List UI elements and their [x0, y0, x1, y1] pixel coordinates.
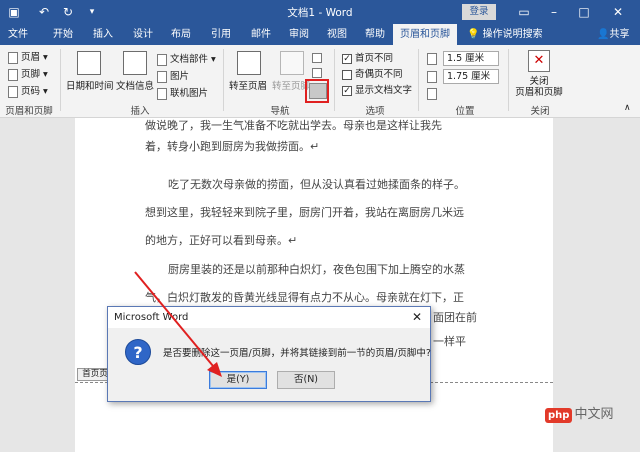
dialog-message: 是否要删除这一页眉/页脚，并将其链接到前一节的页眉/页脚中?	[163, 348, 431, 359]
tab-review[interactable]: 审阅	[282, 24, 316, 45]
confirm-dialog: Microsoft Word ✕ ? 是否要删除这一页眉/页脚，并将其链接到前一…	[107, 306, 431, 402]
lightbulb-icon: 💡	[467, 29, 480, 40]
document-info-button[interactable]: 文档信息	[114, 78, 156, 92]
document-line: 着，转身小跑到厨房为我做捞面。↵	[145, 140, 320, 153]
tab-insert[interactable]: 插入	[86, 24, 120, 45]
document-info-icon[interactable]	[123, 51, 147, 75]
maximize-icon[interactable]: □	[570, 0, 598, 24]
group-separator	[418, 49, 419, 111]
show-document-text-checkbox[interactable]: ✓ 显示文档文字	[342, 83, 412, 98]
header-position-icon	[427, 53, 437, 65]
collapse-ribbon-icon[interactable]: ∧	[624, 103, 631, 113]
group-label-header-footer: 页眉和页脚	[5, 106, 53, 117]
title-bar: ▣ ↶ ↻ ▾ 文档1 - Word 登录 ▭ – □ ✕	[0, 0, 640, 24]
next-section-icon	[312, 67, 322, 78]
different-odd-even-checkbox[interactable]: 奇偶页不同	[342, 67, 403, 82]
pictures-button[interactable]: 图片	[157, 69, 189, 84]
yes-button[interactable]: 是(Y)	[209, 371, 267, 389]
group-separator	[334, 49, 335, 111]
checkbox-unchecked-icon	[342, 69, 352, 80]
no-button[interactable]: 否(N)	[277, 371, 335, 389]
group-separator	[60, 49, 61, 111]
highlight-box	[305, 79, 329, 103]
document-line: 吃了无数次母亲做的捞面，但从没认真看过她揉面条的样子。	[168, 178, 465, 191]
document-line: 想到这里，我轻轻来到院子里，厨房门开着，我站在离厨房几米远	[145, 206, 464, 219]
person-icon: 👤	[597, 29, 610, 40]
header-position-input[interactable]: 1.5 厘米	[443, 51, 499, 66]
document-line: 一样平	[433, 335, 466, 348]
online-pictures-button[interactable]: 联机图片	[157, 86, 208, 101]
document-line: 的地方，正好可以看到母亲。↵	[145, 234, 298, 247]
group-separator	[508, 49, 509, 111]
tell-me-search[interactable]: 💡 操作说明搜索	[467, 24, 543, 45]
quick-parts-icon	[157, 53, 167, 66]
tab-design[interactable]: 设计	[126, 24, 160, 45]
group-label-close: 关闭	[530, 106, 550, 117]
online-picture-icon	[157, 87, 167, 100]
calendar-icon[interactable]	[77, 51, 101, 75]
next-icon[interactable]	[312, 65, 324, 80]
tab-view[interactable]: 视图	[320, 24, 354, 45]
previous-icon[interactable]	[312, 50, 324, 65]
page-number-icon	[8, 85, 18, 98]
dialog-close-icon[interactable]: ✕	[404, 307, 430, 328]
alignment-tab-icon[interactable]	[427, 88, 437, 100]
header-dropdown[interactable]: 页眉 ▾	[8, 50, 48, 65]
tab-header-footer[interactable]: 页眉和页脚	[393, 24, 457, 45]
tab-home[interactable]: 开始	[46, 24, 80, 45]
tab-mailings[interactable]: 邮件	[244, 24, 278, 45]
picture-icon	[157, 70, 167, 83]
goto-header-icon[interactable]	[237, 51, 261, 75]
checkbox-checked-icon: ✓	[342, 53, 352, 64]
minimize-icon[interactable]: –	[540, 0, 568, 24]
footer-dropdown[interactable]: 页脚 ▾	[8, 67, 48, 82]
header-icon	[8, 51, 18, 64]
dialog-title: Microsoft Word	[108, 307, 430, 328]
different-first-page-checkbox[interactable]: ✓ 首页不同	[342, 51, 393, 66]
footer-position-icon	[427, 71, 437, 83]
close-header-footer-button[interactable]: 关闭 页眉和页脚	[510, 76, 568, 98]
signin-button[interactable]: 登录	[462, 4, 496, 20]
close-header-footer-icon[interactable]: ✕	[528, 50, 550, 72]
share-button[interactable]: 👤共享	[597, 24, 629, 45]
tab-references[interactable]: 引用	[204, 24, 238, 45]
question-icon: ?	[125, 339, 151, 365]
goto-header-button[interactable]: 转至页眉	[228, 78, 268, 92]
date-time-button[interactable]: 日期和时间	[66, 78, 114, 92]
group-separator	[223, 49, 224, 111]
tab-file[interactable]: 文件	[0, 24, 36, 45]
checkbox-checked-icon: ✓	[342, 85, 352, 96]
goto-footer-icon[interactable]	[280, 51, 304, 75]
document-line: 厨房里装的还是以前那种白炽灯，夜色包围下加上腾空的水蒸	[168, 263, 465, 276]
ribbon-tabs: 文件 开始 插入 设计 布局 引用 邮件 审阅 视图 帮助 页眉和页脚 💡 操作…	[0, 24, 640, 45]
footer-icon	[8, 68, 18, 81]
previous-section-icon	[312, 52, 322, 63]
page-number-dropdown[interactable]: 页码 ▾	[8, 84, 48, 99]
footer-position-input[interactable]: 1.75 厘米	[443, 69, 499, 84]
close-icon[interactable]: ✕	[604, 0, 632, 24]
quick-parts-dropdown[interactable]: 文档部件 ▾	[157, 52, 216, 67]
site-watermark: php 中文网	[545, 403, 613, 423]
tab-help[interactable]: 帮助	[358, 24, 392, 45]
ribbon-display-icon[interactable]: ▭	[510, 0, 538, 24]
tab-layout[interactable]: 布局	[164, 24, 198, 45]
